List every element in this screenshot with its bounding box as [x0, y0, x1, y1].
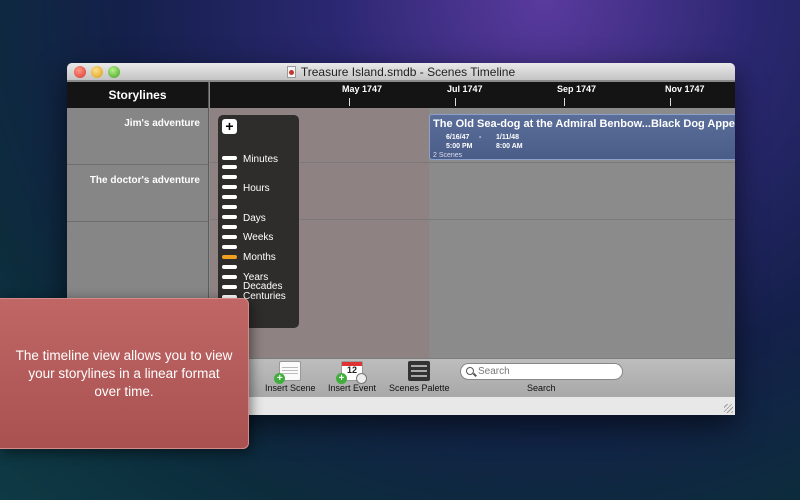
plus-badge-icon: +	[336, 373, 348, 384]
zoom-scale-panel: + Minutes Hours Days Weeks Months Years …	[218, 115, 299, 328]
zoom-label-minutes: Minutes	[243, 154, 279, 165]
event-start-date: 6/16/47	[446, 134, 470, 141]
insert-scene-icon: +	[274, 361, 302, 384]
event-end-date: 1/11/48	[496, 134, 519, 141]
window-title-wrap: Treasure Island.smdb - Scenes Timeline	[67, 65, 735, 79]
storyline-row-doctor[interactable]: The doctor's adventure	[67, 165, 208, 222]
feature-callout: The timeline view allows you to view you…	[0, 298, 249, 449]
zoom-notch-weeks[interactable]	[222, 235, 237, 239]
ruler-tick	[670, 98, 671, 106]
zoom-notch-years[interactable]	[222, 275, 237, 279]
event-scene-count: 2 Scenes	[433, 152, 463, 159]
palette-icon	[408, 361, 431, 381]
search-icon	[466, 367, 474, 375]
insert-event-label: Insert Event	[328, 383, 377, 393]
insert-scene-button[interactable]: + Insert Scene	[265, 361, 316, 393]
document-icon	[286, 66, 296, 78]
zoom-label-weeks: Weeks	[243, 232, 274, 243]
zoom-label-centuries: Centuries	[243, 291, 286, 302]
zoom-notch-hours[interactable]	[222, 185, 237, 189]
zoom-notch[interactable]	[222, 165, 237, 169]
scenes-palette-label: Scenes Palette	[389, 383, 450, 393]
zoom-notch-days[interactable]	[222, 215, 237, 219]
zoom-label-days: Days	[243, 213, 266, 224]
zoom-in-button[interactable]: +	[222, 119, 237, 134]
zoom-notch[interactable]	[222, 175, 237, 179]
zoom-notch-minutes[interactable]	[222, 156, 237, 160]
search-label: Search	[527, 383, 556, 393]
zoom-notch-decades[interactable]	[222, 285, 237, 289]
zoom-notch[interactable]	[222, 195, 237, 199]
insert-scene-label: Insert Scene	[265, 383, 316, 393]
storylines-header: Storylines	[67, 82, 209, 108]
callout-text: The timeline view allows you to view you…	[15, 347, 233, 399]
event-end-time: 8:00 AM	[496, 143, 523, 150]
timeline-ruler: May 1747 Jul 1747 Sep 1747 Nov 1747	[210, 82, 735, 108]
search-input[interactable]: Search	[460, 363, 623, 380]
resize-grip-icon[interactable]	[724, 404, 733, 413]
ruler-label-nov-1747: Nov 1747	[665, 84, 705, 94]
event-dates: 6/16/47 - 1/11/48 5:00 PM 8:00 AM	[430, 133, 735, 151]
insert-event-button[interactable]: 12 + Insert Event	[328, 361, 376, 393]
window-title: Treasure Island.smdb - Scenes Timeline	[300, 65, 516, 79]
title-bar: Treasure Island.smdb - Scenes Timeline	[67, 63, 735, 81]
zoom-label-hours: Hours	[243, 183, 270, 194]
ruler-tick	[455, 98, 456, 106]
search-placeholder: Search	[478, 366, 510, 377]
ruler-tick	[564, 98, 565, 106]
zoom-notch[interactable]	[222, 205, 237, 209]
event-title: The Old Sea-dog at the Admiral Benbow...…	[433, 118, 735, 130]
clock-icon	[356, 373, 368, 384]
event-start-time: 5:00 PM	[446, 143, 473, 150]
event-card[interactable]: The Old Sea-dog at the Admiral Benbow...…	[429, 114, 735, 160]
ruler-label-jul-1747: Jul 1747	[447, 84, 483, 94]
ruler-label-sep-1747: Sep 1747	[557, 84, 597, 94]
calendar-day: 12	[347, 365, 358, 375]
event-date-separator: -	[479, 134, 482, 141]
ruler-label-may-1747: May 1747	[342, 84, 383, 94]
zoom-notch[interactable]	[222, 225, 237, 229]
calendar-icon: 12 +	[336, 361, 368, 384]
scenes-palette-button[interactable]: Scenes Palette	[389, 361, 450, 393]
zoom-notch[interactable]	[222, 245, 237, 249]
zoom-notch[interactable]	[222, 265, 237, 269]
zoom-notch-months-active[interactable]	[222, 255, 237, 259]
ruler-tick	[349, 98, 350, 106]
zoom-label-months: Months	[243, 252, 276, 263]
storyline-row-jim[interactable]: Jim's adventure	[67, 108, 208, 165]
